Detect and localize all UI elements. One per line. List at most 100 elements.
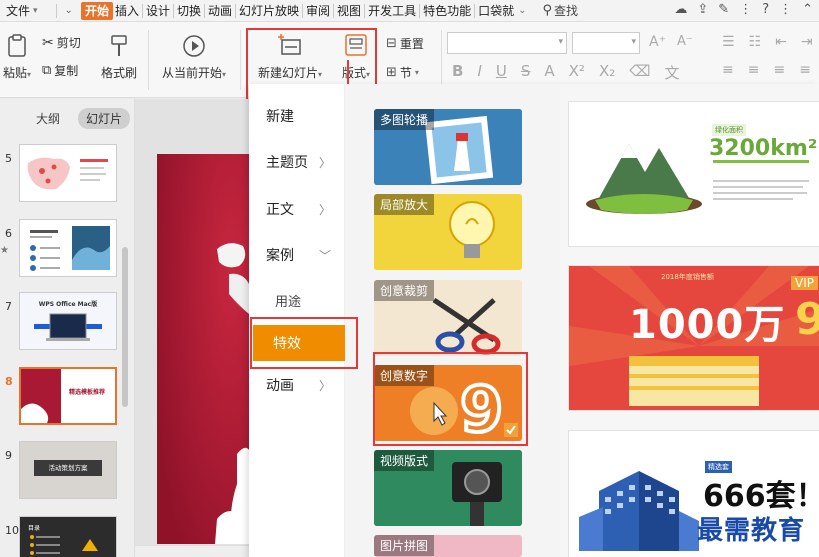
reset-button[interactable]: ⊟ 重置 [386, 35, 424, 52]
more-options-icon[interactable]: ⋮ [779, 2, 792, 17]
tab-transitions[interactable]: 切换 [175, 2, 203, 20]
chevron-right-icon: 〉 [318, 202, 331, 217]
category-label: 新建 [266, 109, 294, 125]
chevron-down-icon: ▾ [222, 70, 227, 79]
slide-thumbnail-8[interactable]: 8 精选模板推荐 [0, 367, 120, 427]
indent-decrease-icon[interactable]: ⇤ [775, 34, 787, 50]
tab-review[interactable]: 审阅 [304, 2, 332, 20]
align-right-icon[interactable]: ≡ [773, 62, 785, 78]
cut-button[interactable]: ✂ 剪切 [42, 34, 81, 51]
font-color-icon[interactable]: A [544, 62, 554, 83]
tab-special-features[interactable]: 特色功能 [421, 2, 473, 20]
share-icon[interactable]: ⇪ [697, 2, 708, 17]
from-current-slide-button[interactable]: 从当前开始▾ [155, 34, 233, 81]
align-left-icon[interactable]: ≡ [722, 62, 734, 78]
category-case[interactable]: 案例 ﹀ [249, 240, 345, 270]
slide-thumbnail-9[interactable]: 9 活动策划方案 [0, 441, 120, 501]
file-menu[interactable]: 文件 ▾ [0, 2, 46, 20]
copy-button[interactable]: ⧉ 复制 [42, 62, 78, 79]
category-theme[interactable]: 主题页 〉 [249, 147, 345, 177]
mountain-graphic [569, 102, 819, 246]
preview-sales-10m[interactable]: 9 2018年度销售额 VIP 1000万 [568, 265, 819, 411]
tab-home[interactable]: 开始 [80, 1, 113, 20]
preview-column: 绿化面积 3200km² 9 2018年度销售额 VIP 1000万 [560, 84, 819, 557]
divider [141, 3, 143, 18]
area-value: 3200km² [709, 136, 818, 161]
tab-outline[interactable]: 大纲 [28, 108, 68, 129]
font-name-select[interactable]: ▾ [447, 32, 567, 54]
slide-thumbnail-6[interactable]: 6 ★ [0, 219, 120, 279]
tab-developer[interactable]: 开发工具 [366, 2, 418, 20]
slide-thumbnail-5[interactable]: 5 [0, 144, 120, 204]
font-size-select[interactable]: ▾ [572, 32, 640, 54]
indent-increase-icon[interactable]: ⇥ [801, 34, 813, 50]
format-painter-button[interactable]: 格式刷 [97, 34, 141, 81]
divider [235, 3, 237, 18]
superscript-icon[interactable]: X² [569, 62, 585, 83]
paste-label: 粘贴 [2, 66, 27, 80]
divider [55, 3, 57, 18]
cloud-sync-icon[interactable]: ☁ [674, 2, 687, 17]
slide-background-graphic [157, 154, 249, 544]
tab-design[interactable]: 设计 [144, 2, 172, 20]
window-actions: ☁ ⇪ ✎ ⋮ ? ⋮ ⌃ [674, 2, 813, 17]
slides-scrollbar[interactable] [122, 247, 128, 407]
slide-title-text: 活动策划方案 [34, 460, 102, 476]
strikethrough-icon[interactable]: S [521, 62, 531, 83]
align-justify-icon[interactable]: ≡ [799, 62, 811, 78]
tab-view[interactable]: 视图 [335, 2, 363, 20]
underline-icon[interactable]: U [496, 62, 507, 83]
section-button[interactable]: ⊞ 节 ▾ [386, 64, 419, 81]
search-box[interactable]: ⚲ 查找 [543, 2, 579, 19]
copy-label: 复制 [54, 64, 79, 78]
bullets-icon[interactable]: ☰ [722, 34, 735, 50]
divider [333, 3, 335, 18]
current-slide[interactable] [157, 154, 249, 544]
help-icon[interactable]: ? [762, 2, 769, 17]
collapse-ribbon-icon[interactable]: ⌃ [802, 2, 813, 17]
template-card-creative-crop[interactable]: 创意裁剪 [374, 280, 522, 356]
more-icon[interactable]: ⋮ [739, 2, 752, 17]
category-new[interactable]: 新建 [249, 101, 345, 131]
tab-pocket[interactable]: 口袋就 [476, 2, 516, 20]
slide-thumbnail-10[interactable]: 10 目录 [0, 516, 120, 557]
tab-animations[interactable]: 动画 [206, 2, 234, 20]
template-card-multi-image-carousel[interactable]: 多图轮播 [374, 109, 522, 185]
bold-icon[interactable]: B [452, 62, 463, 83]
reset-label: 重置 [399, 37, 424, 51]
sales-value: 1000万 [629, 302, 786, 348]
increase-font-icon[interactable]: A⁺ [649, 34, 666, 50]
paragraph-row-top: ☰ ☷ ⇤ ⇥ [722, 34, 813, 50]
category-usage[interactable]: 用途 [249, 285, 345, 315]
template-card-image-puzzle[interactable]: 图片拼图 [374, 535, 522, 557]
menu-bar: 文件 ▾ ⌄ 开始 插入 设计 切换 动画 幻灯片放映 审阅 视图 开发工具 特… [0, 0, 819, 22]
subscript-icon[interactable]: X₂ [599, 62, 615, 83]
template-card-video-layout[interactable]: 视频版式 [374, 450, 522, 526]
category-animation[interactable]: 动画 〉 [249, 370, 345, 400]
tab-insert[interactable]: 插入 [113, 2, 141, 20]
slide-preview: 活动策划方案 [19, 441, 117, 499]
canvas-hscrollbar[interactable] [135, 545, 249, 557]
paste-button[interactable]: 粘贴▾ [0, 34, 34, 81]
numbering-icon[interactable]: ☷ [749, 34, 762, 50]
eraser-icon[interactable]: ⌫ [629, 62, 650, 83]
quick-access-dropdown-icon[interactable]: ⌄ [63, 2, 75, 20]
preview-green-area[interactable]: 绿化面积 3200km² [568, 101, 819, 247]
cut-label: 剪切 [56, 36, 81, 50]
tab-slideshow[interactable]: 幻灯片放映 [237, 2, 301, 20]
decrease-font-icon[interactable]: A⁻ [677, 34, 693, 49]
tab-overflow-chevron-icon[interactable]: ⌄ [516, 2, 528, 20]
tab-slides[interactable]: 幻灯片 [78, 108, 131, 129]
slide-thumbnail-7[interactable]: 7 WPS Office Mac版 [0, 292, 120, 352]
italic-icon[interactable]: I [477, 62, 481, 83]
creative-number-card-highlight [373, 352, 528, 446]
phonetic-icon[interactable]: 文 [664, 62, 679, 83]
template-card-partial-zoom[interactable]: 局部放大 [374, 194, 522, 270]
slide-number: 8 [5, 375, 13, 388]
wave-slide-graphic [20, 220, 116, 276]
category-body[interactable]: 正文 〉 [249, 194, 345, 224]
align-center-icon[interactable]: ≡ [748, 62, 760, 78]
section-label: 节 [399, 66, 412, 80]
comment-icon[interactable]: ✎ [718, 2, 729, 17]
slides-panel: 大纲 幻灯片 5 6 ★ 7 WPS Office Mac版 8 精选模板推荐 … [0, 99, 135, 557]
